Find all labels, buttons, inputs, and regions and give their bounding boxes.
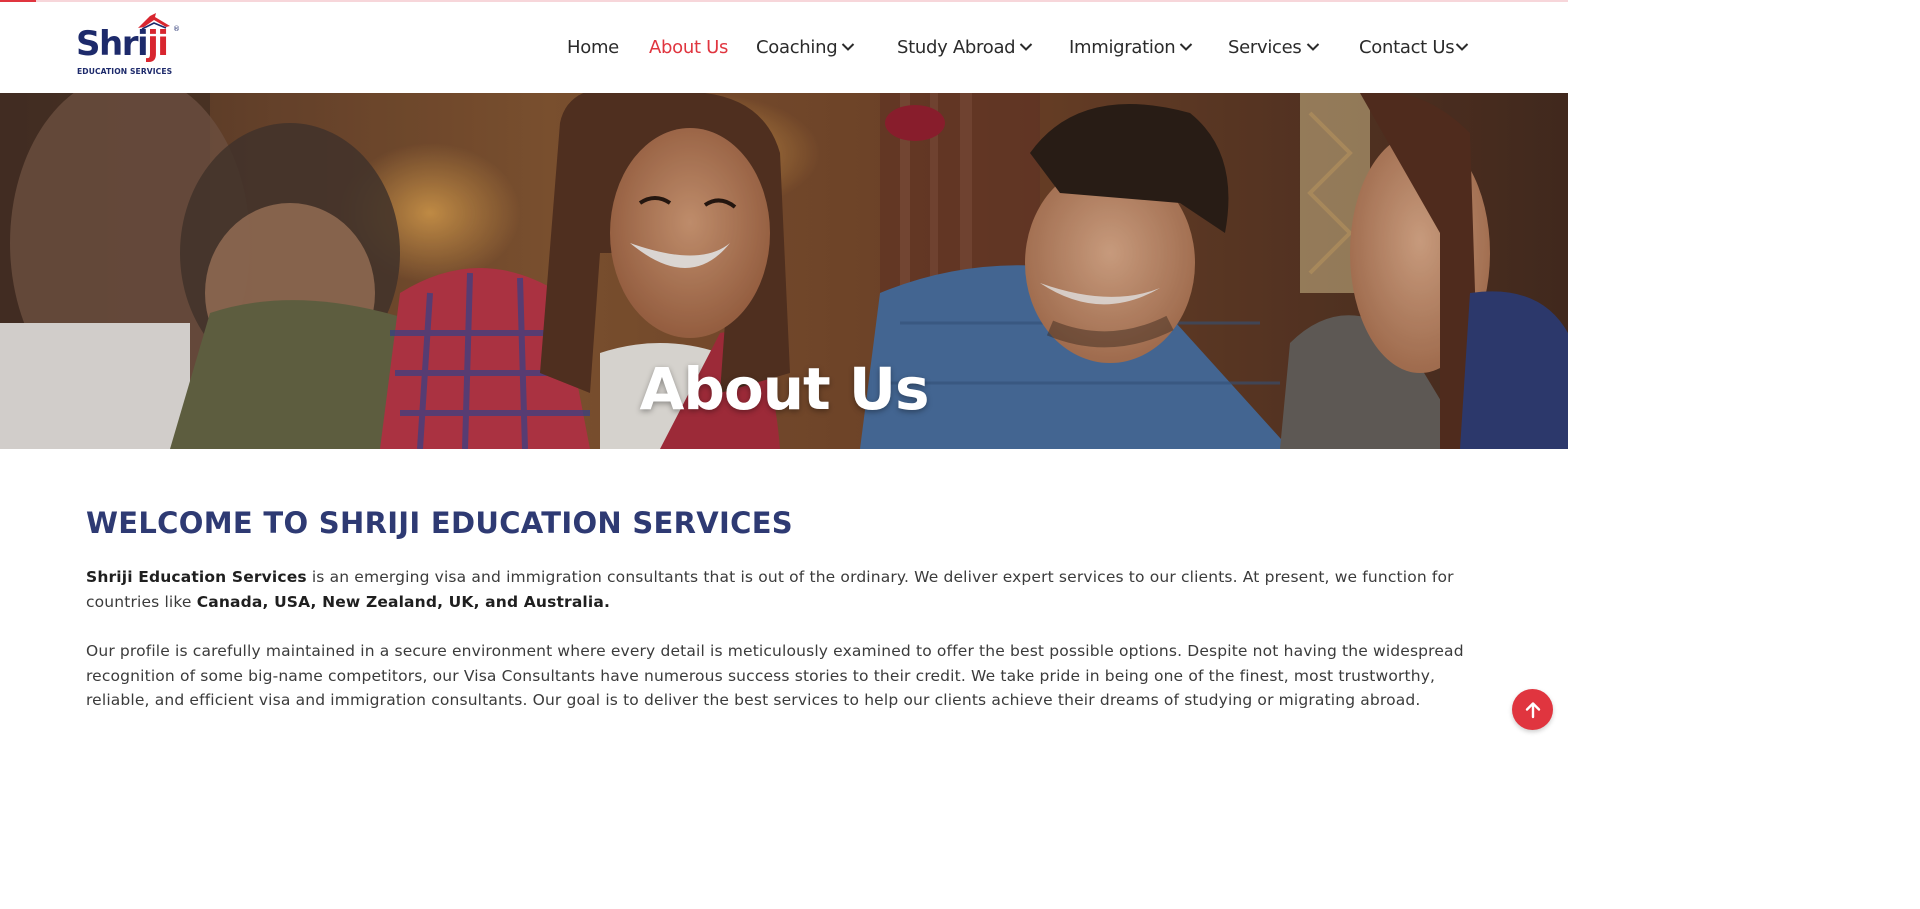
logo-wordmark-part1: Shri (76, 24, 149, 64)
nav-study-abroad-label: Study Abroad (897, 36, 1016, 58)
logo-tagline: EDUCATION SERVICES (77, 67, 173, 76)
nav-about-us[interactable]: About Us (649, 32, 728, 62)
nav-immigration[interactable]: Immigration (1069, 32, 1193, 62)
nav-contact-us[interactable]: Contact Us (1359, 32, 1469, 62)
site-header: ® Shriji EDUCATION SERVICES Home About U… (0, 2, 1568, 93)
hero-title: About Us (639, 355, 929, 423)
chevron-down-icon (1180, 43, 1193, 51)
nav-immigration-label: Immigration (1069, 36, 1176, 58)
brand-logo[interactable]: ® Shriji EDUCATION SERVICES (74, 10, 186, 78)
nav-home-label: Home (567, 36, 619, 58)
profile-paragraph: Our profile is carefully maintained in a… (86, 642, 1464, 709)
logo-registered-mark: ® (173, 25, 180, 33)
arrow-up-icon (1525, 701, 1540, 718)
logo-wordmark: Shriji (76, 24, 169, 64)
nav-study-abroad[interactable]: Study Abroad (897, 32, 1033, 62)
welcome-heading: WELCOME TO SHRIJI EDUCATION SERVICES (86, 506, 793, 540)
hero-banner: About Us (0, 93, 1568, 449)
logo-wordmark-part2: ji (147, 24, 169, 64)
scroll-to-top-button[interactable] (1512, 689, 1553, 730)
nav-home[interactable]: Home (567, 32, 619, 62)
nav-services-label: Services (1228, 36, 1302, 58)
nav-about-us-label: About Us (649, 36, 729, 58)
nav-coaching-label: Coaching (756, 36, 838, 58)
chevron-down-icon (842, 43, 855, 51)
chevron-down-icon (1020, 43, 1033, 51)
nav-contact-us-label: Contact Us (1359, 36, 1455, 58)
main-content: WELCOME TO SHRIJI EDUCATION SERVICES Shr… (86, 505, 1476, 713)
nav-services[interactable]: Services (1228, 32, 1320, 62)
chevron-down-icon (1456, 43, 1469, 51)
intro-paragraph: Shriji Education Services is an emerging… (86, 565, 1476, 614)
chevron-down-icon (1306, 43, 1319, 51)
intro-company-name: Shriji Education Services (86, 568, 307, 586)
intro-countries: Canada, USA, New Zealand, UK, and Austra… (196, 592, 610, 611)
nav-coaching[interactable]: Coaching (756, 32, 855, 62)
